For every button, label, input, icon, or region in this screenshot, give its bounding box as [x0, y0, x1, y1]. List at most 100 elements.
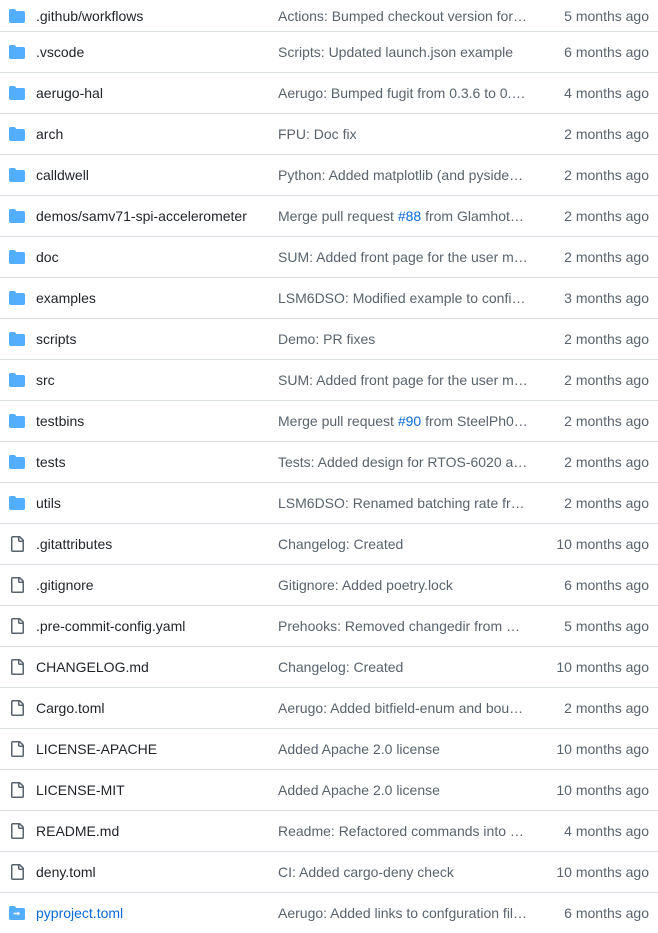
file-name-link[interactable]: demos/samv71-spi-accelerometer — [36, 208, 247, 224]
commit-age: 6 months ago — [564, 44, 649, 60]
folder-icon — [9, 167, 27, 183]
commit-age: 6 months ago — [564, 905, 649, 921]
commit-message-link[interactable]: Demo: PR fixes — [278, 331, 530, 347]
commit-message-link[interactable]: Added Apache 2.0 license — [278, 741, 530, 757]
file-name-link[interactable]: arch — [36, 126, 63, 142]
file-icon — [9, 536, 27, 552]
file-name-link[interactable]: src — [36, 372, 55, 388]
file-name-link[interactable]: .vscode — [36, 44, 84, 60]
commit-message-link[interactable]: SUM: Added front page for the user m… — [278, 249, 530, 265]
file-name-link[interactable]: deny.toml — [36, 864, 96, 880]
commit-age: 2 months ago — [564, 167, 649, 183]
file-name-link[interactable]: README.md — [36, 823, 119, 839]
commit-age: 2 months ago — [564, 495, 649, 511]
file-row[interactable]: deny.toml CI: Added cargo-deny check 10 mo… — [0, 851, 658, 892]
file-row[interactable]: .vscode Scripts: Updated launch.json exam… — [0, 31, 658, 72]
commit-message-link[interactable]: LSM6DSO: Modified example to config… — [278, 290, 530, 306]
commit-message-link[interactable]: Changelog: Created — [278, 659, 530, 675]
file-name-link[interactable]: tests — [36, 454, 66, 470]
file-name-link[interactable]: aerugo-hal — [36, 85, 103, 101]
file-icon — [9, 659, 27, 675]
file-row[interactable]: testbins Merge pull request #90 from Stee… — [0, 400, 658, 441]
commit-message-link[interactable]: Aerugo: Bumped fugit from 0.3.6 to 0.… — [278, 85, 530, 101]
commit-message-link[interactable]: Gitignore: Added poetry.lock — [278, 577, 530, 593]
file-row[interactable]: .github/workflows Actions: Bumped checkou… — [0, 0, 658, 31]
file-name-link[interactable]: doc — [36, 249, 59, 265]
commit-age: 10 months ago — [556, 536, 649, 552]
commit-message-link[interactable]: Added Apache 2.0 license — [278, 782, 530, 798]
file-name-link[interactable]: LICENSE-MIT — [36, 782, 125, 798]
commit-message-link[interactable]: Aerugo: Added bitfield-enum and bou… — [278, 700, 530, 716]
file-name-link[interactable]: .github/workflows — [36, 8, 143, 24]
folder-icon — [9, 454, 27, 470]
file-name-link[interactable]: LICENSE-APACHE — [36, 741, 157, 757]
commit-age: 5 months ago — [564, 618, 649, 634]
file-name-link[interactable]: examples — [36, 290, 96, 306]
file-icon — [9, 823, 27, 839]
file-row[interactable]: Cargo.toml Aerugo: Added bitfield-enum an… — [0, 687, 658, 728]
commit-message-link[interactable]: Aerugo: Added links to confguration fil… — [278, 905, 530, 921]
file-row[interactable]: doc SUM: Added front page for the user m…… — [0, 236, 658, 277]
commit-age: 2 months ago — [564, 372, 649, 388]
file-name-link[interactable]: Cargo.toml — [36, 700, 104, 716]
commit-age: 2 months ago — [564, 700, 649, 716]
folder-icon — [9, 85, 27, 101]
commit-message-link[interactable]: Prehooks: Removed changedir from Ca… — [278, 618, 530, 634]
file-row[interactable]: examples LSM6DSO: Modified example to con… — [0, 277, 658, 318]
commit-message-link[interactable]: SUM: Added front page for the user m… — [278, 372, 530, 388]
file-row[interactable]: README.md Readme: Refactored commands int… — [0, 810, 658, 851]
file-name-link[interactable]: .gitattributes — [36, 536, 112, 552]
file-row[interactable]: src SUM: Added front page for the user m…… — [0, 359, 658, 400]
commit-age: 10 months ago — [556, 659, 649, 675]
file-row[interactable]: CHANGELOG.md Changelog: Created 10 months … — [0, 646, 658, 687]
file-row[interactable]: pyproject.toml Aerugo: Added links to con… — [0, 892, 658, 933]
commit-message-link[interactable]: Scripts: Updated launch.json example — [278, 44, 530, 60]
file-row[interactable]: aerugo-hal Aerugo: Bumped fugit from 0.3.… — [0, 72, 658, 113]
file-name-link[interactable]: testbins — [36, 413, 84, 429]
file-row[interactable]: calldwell Python: Added matplotlib (and p… — [0, 154, 658, 195]
file-row[interactable]: arch FPU: Doc fix 2 months ago — [0, 113, 658, 154]
commit-message-link[interactable]: Changelog: Created — [278, 536, 530, 552]
commit-message-link[interactable]: Merge pull request #90 from SteelPh0… — [278, 413, 530, 429]
file-row[interactable]: tests Tests: Added design for RTOS-6020 a… — [0, 441, 658, 482]
commit-age: 10 months ago — [556, 864, 649, 880]
commit-age: 3 months ago — [564, 290, 649, 306]
file-name-link[interactable]: calldwell — [36, 167, 89, 183]
file-icon — [9, 618, 27, 634]
file-row[interactable]: .gitattributes Changelog: Created 10 month… — [0, 523, 658, 564]
file-row[interactable]: LICENSE-MIT Added Apache 2.0 license 10 mo… — [0, 769, 658, 810]
file-name-link[interactable]: .pre-commit-config.yaml — [36, 618, 185, 634]
file-icon — [9, 741, 27, 757]
commit-message-link[interactable]: Merge pull request #88 from Glamhot… — [278, 208, 530, 224]
file-row[interactable]: .gitignore Gitignore: Added poetry.lock 6 … — [0, 564, 658, 605]
commit-age: 10 months ago — [556, 782, 649, 798]
commit-message-link[interactable]: FPU: Doc fix — [278, 126, 530, 142]
folder-icon — [9, 126, 27, 142]
file-row[interactable]: LICENSE-APACHE Added Apache 2.0 license 10… — [0, 728, 658, 769]
file-row[interactable]: utils LSM6DSO: Renamed batching rate fre…… — [0, 482, 658, 523]
file-name-link[interactable]: .gitignore — [36, 577, 94, 593]
commit-message-link[interactable]: Python: Added matplotlib (and pyside… — [278, 167, 530, 183]
pull-request-link[interactable]: #90 — [398, 413, 421, 429]
folder-icon — [9, 44, 27, 60]
file-name-link[interactable]: pyproject.toml — [36, 905, 123, 921]
file-name-link[interactable]: scripts — [36, 331, 76, 347]
file-name-link[interactable]: CHANGELOG.md — [36, 659, 149, 675]
file-row[interactable]: .pre-commit-config.yaml Prehooks: Removed… — [0, 605, 658, 646]
commit-message-link[interactable]: Actions: Bumped checkout version for … — [278, 8, 530, 24]
file-row[interactable]: demos/samv71-spi-accelerometer Merge pull… — [0, 195, 658, 236]
file-icon — [9, 700, 27, 716]
commit-age: 2 months ago — [564, 208, 649, 224]
commit-message-link[interactable]: LSM6DSO: Renamed batching rate fre… — [278, 495, 530, 511]
commit-message-link[interactable]: CI: Added cargo-deny check — [278, 864, 530, 880]
commit-message-prefix: Merge pull request — [278, 208, 398, 224]
file-row[interactable]: scripts Demo: PR fixes 2 months ago — [0, 318, 658, 359]
commit-message-link[interactable]: Tests: Added design for RTOS-6020 an… — [278, 454, 530, 470]
pull-request-link[interactable]: #88 — [398, 208, 421, 224]
file-name-link[interactable]: utils — [36, 495, 61, 511]
folder-icon — [9, 372, 27, 388]
commit-message-prefix: Merge pull request — [278, 413, 398, 429]
file-icon — [9, 782, 27, 798]
folder-icon — [9, 8, 27, 24]
commit-message-link[interactable]: Readme: Refactored commands into c… — [278, 823, 530, 839]
